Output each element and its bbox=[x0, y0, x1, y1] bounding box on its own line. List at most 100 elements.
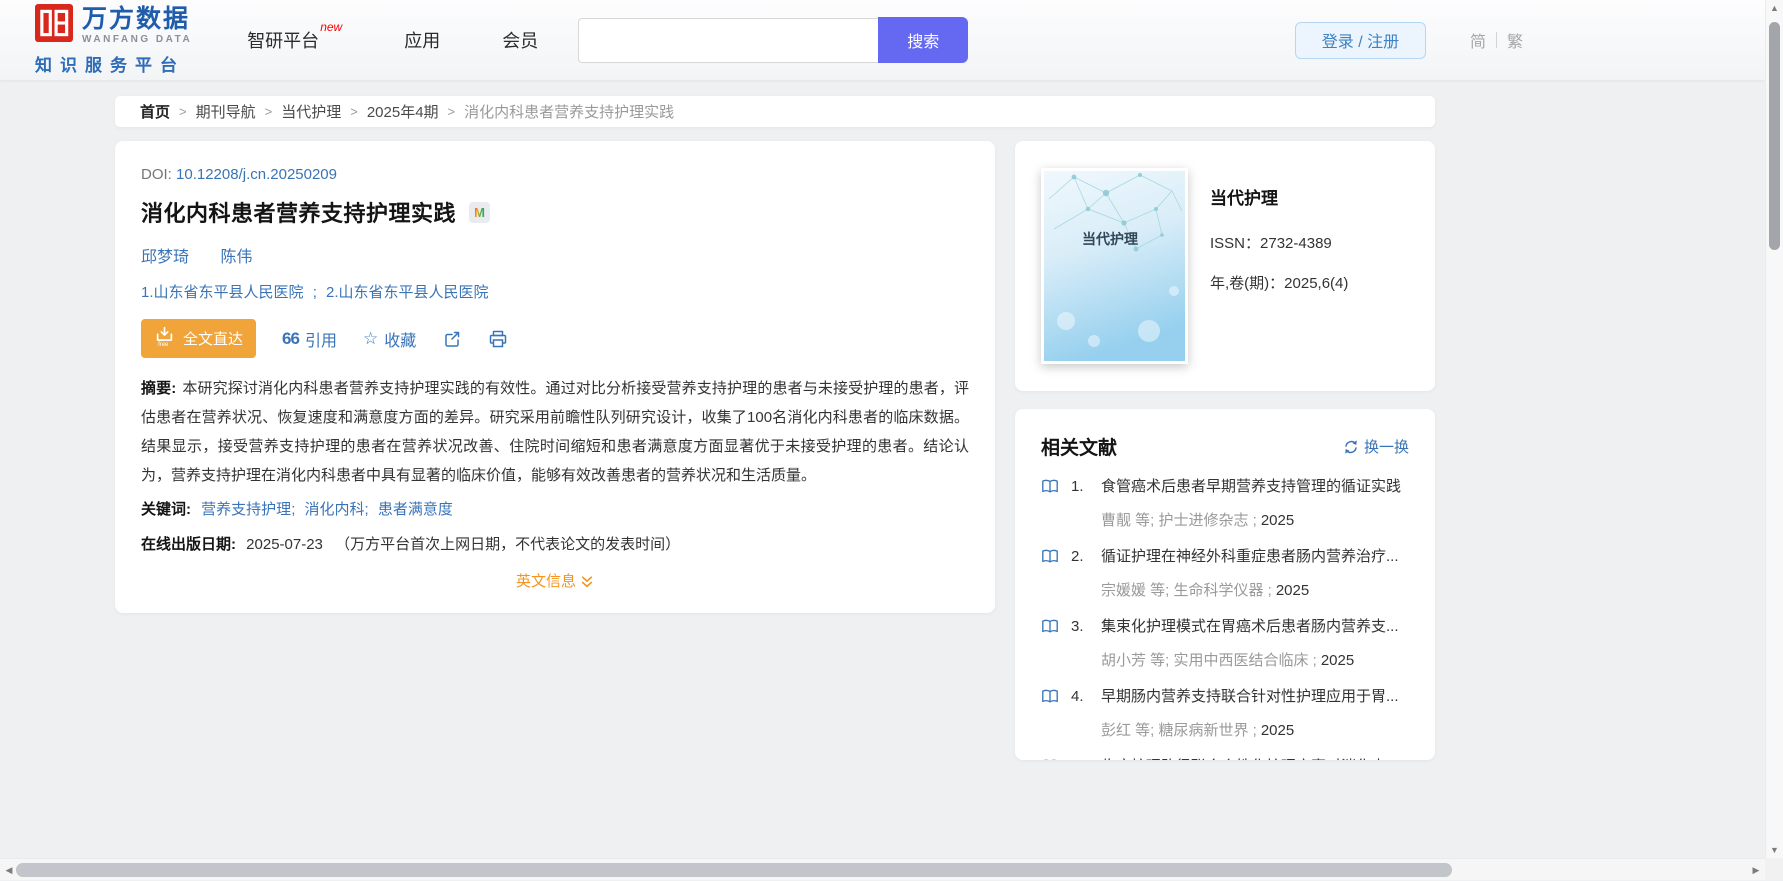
nav-item-apps[interactable]: 应用 bbox=[404, 27, 440, 53]
refresh-related-button[interactable]: 换一换 bbox=[1343, 436, 1409, 457]
search-button[interactable]: 搜索 bbox=[878, 17, 968, 63]
article-title: 消化内科患者营养支持护理实践 bbox=[141, 196, 456, 228]
abstract-text: 本研究探讨消化内科患者营养支持护理实践的有效性。通过对比分析接受营养支持护理的患… bbox=[141, 380, 969, 484]
brand-tagline: 知识服务平台 bbox=[35, 51, 192, 76]
scroll-down-arrow[interactable]: ▼ bbox=[1766, 842, 1783, 858]
content-column: 首页 > 期刊导航 > 当代护理 > 2025年4期 > 消化内科患者营养支持护… bbox=[115, 96, 1435, 760]
pubdate-label: 在线出版日期: bbox=[141, 536, 236, 553]
breadcrumb-journal-nav[interactable]: 期刊导航 bbox=[196, 101, 256, 122]
pubdate-row: 在线出版日期: 2025-07-23 （万方平台首次上网日期，不代表论文的发表时… bbox=[141, 530, 969, 559]
keyword-link[interactable]: 患者满意度 bbox=[378, 501, 453, 518]
journal-card: 当代护理 当代护理 ISSN：2732-4389 年,卷(期)：2025,6(4… bbox=[1015, 141, 1435, 391]
pubdate-value: 2025-07-23 bbox=[246, 536, 323, 553]
star-icon: ☆ bbox=[363, 329, 378, 349]
breadcrumb-home[interactable]: 首页 bbox=[140, 101, 170, 122]
related-item-title[interactable]: 循证护理在神经外科重症患者肠内营养治疗... bbox=[1101, 546, 1409, 569]
language-switch: 简 繁 bbox=[1460, 28, 1533, 52]
related-item-title[interactable]: 临床护理路径联合个性化护理方案对消化内 bbox=[1101, 756, 1409, 760]
new-badge: new bbox=[320, 20, 342, 34]
journal-cover[interactable]: 当代护理 bbox=[1041, 168, 1188, 364]
wanfang-logo-icon bbox=[35, 4, 73, 47]
authors-row: 邱梦琦 陈伟 bbox=[141, 243, 969, 267]
nav-item-research-platform[interactable]: 智研平台new bbox=[247, 27, 342, 53]
horizontal-scrollbar-thumb[interactable] bbox=[16, 863, 1452, 877]
breadcrumb-separator: > bbox=[179, 104, 187, 119]
breadcrumb-separator: > bbox=[448, 104, 456, 119]
brand-name: 万方数据 bbox=[82, 7, 192, 32]
article-card: DOI: 10.12208/j.cn.20250209 消化内科患者营养支持护理… bbox=[115, 141, 995, 613]
book-icon bbox=[1041, 616, 1071, 639]
abstract: 摘要:本研究探讨消化内科患者营养支持护理实践的有效性。通过对比分析接受营养支持护… bbox=[141, 374, 969, 490]
quote-icon: 66 bbox=[282, 329, 299, 349]
scrollbar-corner bbox=[1765, 858, 1783, 880]
related-item-meta: 曹靓 等; 护士进修杂志 ;2025 bbox=[1101, 509, 1409, 530]
affiliation-link[interactable]: 2.山东省东平县人民医院 bbox=[326, 284, 489, 301]
nav-item-membership[interactable]: 会员 bbox=[502, 27, 538, 53]
right-column: 当代护理 当代护理 ISSN：2732-4389 年,卷(期)：2025,6(4… bbox=[1015, 141, 1435, 760]
keywords-label: 关键词: bbox=[141, 501, 191, 518]
related-literature-card: 相关文献 换一换 1. bbox=[1015, 409, 1435, 760]
breadcrumb: 首页 > 期刊导航 > 当代护理 > 2025年4期 > 消化内科患者营养支持护… bbox=[115, 96, 1435, 127]
english-info-toggle[interactable]: 英文信息 bbox=[141, 570, 969, 591]
favorite-button[interactable]: ☆ 收藏 bbox=[363, 327, 416, 351]
search-box: 搜索 bbox=[578, 17, 968, 63]
main-nav: 智研平台new 应用 会员 bbox=[247, 27, 538, 53]
keywords-row: 关键词: 营养支持护理; 消化内科; 患者满意度 bbox=[141, 495, 969, 524]
share-button[interactable] bbox=[442, 329, 462, 349]
affiliation-separator: ; bbox=[313, 284, 317, 301]
journal-issn: ISSN：2732-4389 bbox=[1210, 232, 1348, 253]
wanfang-logo[interactable]: 万方数据 WANFANG DATA 知识服务平台 bbox=[35, 4, 192, 76]
related-item-title[interactable]: 食管癌术后患者早期营养支持管理的循证实践 bbox=[1101, 476, 1409, 499]
journal-name[interactable]: 当代护理 bbox=[1210, 184, 1348, 209]
related-title: 相关文献 bbox=[1041, 433, 1117, 460]
related-item-meta: 彭红 等; 糖尿病新世界 ;2025 bbox=[1101, 719, 1409, 740]
top-header: 万方数据 WANFANG DATA 知识服务平台 智研平台new 应用 会员 搜… bbox=[0, 0, 1765, 80]
breadcrumb-separator: > bbox=[350, 104, 358, 119]
affiliations-row: 1.山东省东平县人民医院 ; 2.山东省东平县人民医院 bbox=[141, 281, 969, 302]
svg-text:free: free bbox=[158, 342, 169, 347]
related-item: 4. 早期肠内营养支持联合针对性护理应用于胃... 彭红 等; 糖尿病新世界 ;… bbox=[1041, 686, 1409, 740]
svg-text:当代护理: 当代护理 bbox=[1082, 231, 1138, 247]
fulltext-button[interactable]: free 全文直达 bbox=[141, 319, 256, 358]
doi-link[interactable]: 10.12208/j.cn.20250209 bbox=[176, 166, 337, 183]
related-item-title[interactable]: 早期肠内营养支持联合针对性护理应用于胃... bbox=[1101, 686, 1409, 709]
lang-traditional[interactable]: 繁 bbox=[1497, 28, 1533, 52]
brand-name-en: WANFANG DATA bbox=[82, 35, 192, 45]
related-item-meta: 宗媛媛 等; 生命科学仪器 ;2025 bbox=[1101, 579, 1409, 600]
related-item-meta: 胡小芳 等; 实用中西医结合临床 ;2025 bbox=[1101, 649, 1409, 670]
refresh-icon bbox=[1343, 439, 1359, 455]
login-register-button[interactable]: 登录 / 注册 bbox=[1295, 22, 1426, 59]
m-service-badge[interactable]: M bbox=[469, 202, 490, 223]
doi-row: DOI: 10.12208/j.cn.20250209 bbox=[141, 166, 969, 183]
breadcrumb-separator: > bbox=[265, 104, 273, 119]
author-link[interactable]: 陈伟 bbox=[220, 249, 252, 266]
print-icon bbox=[488, 329, 508, 349]
author-link[interactable]: 邱梦琦 bbox=[141, 249, 189, 266]
double-chevron-down-icon bbox=[580, 575, 594, 589]
journal-volume: 年,卷(期)：2025,6(4) bbox=[1210, 272, 1348, 293]
related-item-title[interactable]: 集束化护理模式在胃癌术后患者肠内营养支... bbox=[1101, 616, 1409, 639]
vertical-scrollbar-thumb[interactable] bbox=[1769, 22, 1780, 250]
keyword-link[interactable]: 营养支持护理 bbox=[201, 501, 291, 518]
keyword-link[interactable]: 消化内科 bbox=[305, 501, 365, 518]
search-input[interactable] bbox=[578, 18, 878, 63]
related-item: 5. 临床护理路径联合个性化护理方案对消化内 bbox=[1041, 756, 1409, 760]
vertical-scrollbar[interactable]: ▲ ▼ bbox=[1765, 0, 1783, 858]
related-item: 1. 食管癌术后患者早期营养支持管理的循证实践 曹靓 等; 护士进修杂志 ;20… bbox=[1041, 476, 1409, 530]
page-viewport: 万方数据 WANFANG DATA 知识服务平台 智研平台new 应用 会员 搜… bbox=[0, 0, 1765, 858]
related-item: 2. 循证护理在神经外科重症患者肠内营养治疗... 宗媛媛 等; 生命科学仪器 … bbox=[1041, 546, 1409, 600]
download-free-icon: free bbox=[154, 325, 175, 351]
scroll-right-arrow[interactable]: ▶ bbox=[1747, 859, 1765, 881]
horizontal-scrollbar[interactable]: ◀ ▶ bbox=[0, 858, 1765, 880]
book-icon bbox=[1041, 476, 1071, 499]
lang-simplified[interactable]: 简 bbox=[1460, 28, 1496, 52]
scroll-up-arrow[interactable]: ▲ bbox=[1766, 0, 1783, 16]
breadcrumb-journal[interactable]: 当代护理 bbox=[281, 101, 341, 122]
book-icon bbox=[1041, 756, 1071, 760]
abstract-label: 摘要: bbox=[141, 380, 176, 397]
book-icon bbox=[1041, 546, 1071, 569]
breadcrumb-issue[interactable]: 2025年4期 bbox=[367, 101, 439, 122]
affiliation-link[interactable]: 1.山东省东平县人民医院 bbox=[141, 284, 304, 301]
print-button[interactable] bbox=[488, 329, 508, 349]
cite-button[interactable]: 66 引用 bbox=[282, 327, 337, 351]
